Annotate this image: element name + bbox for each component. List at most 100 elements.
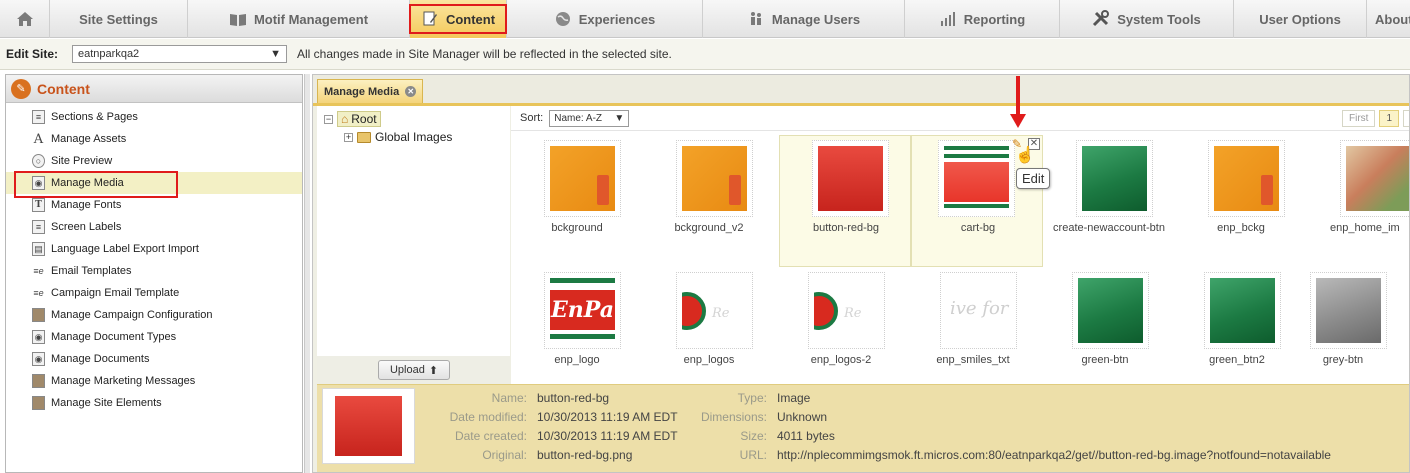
upload-arrow-icon: ⬆ xyxy=(428,364,439,377)
upload-area: Upload ⬆ xyxy=(317,356,510,384)
content-menu: ≡ Sections & Pages A Manage Assets ○ Site P… xyxy=(6,103,302,414)
email-icon: ≡e xyxy=(33,266,44,276)
thumbnail xyxy=(1208,140,1285,217)
nav-tab-motif-management[interactable]: Motif Management xyxy=(188,0,410,38)
users-icon xyxy=(747,11,765,27)
thumbnail xyxy=(1340,140,1409,217)
menu-item-screen-labels[interactable]: ≡ Screen Labels xyxy=(6,216,302,238)
pager-current-page[interactable]: 1 xyxy=(1379,110,1399,127)
nav-tab-content[interactable]: Content xyxy=(408,0,508,38)
thumbnail: ive for xyxy=(940,272,1017,349)
media-tile[interactable]: enp_bckg xyxy=(1175,135,1307,267)
cabinet-icon xyxy=(32,374,45,388)
annotation-arrow-shaft xyxy=(1016,76,1020,116)
tree-root[interactable]: − ⌂ Root xyxy=(317,110,510,128)
collapse-icon[interactable]: − xyxy=(324,114,333,124)
thumbnail xyxy=(544,140,621,217)
media-tile[interactable]: EnPa enp_logo xyxy=(511,267,643,399)
menu-item-language-label-export-import[interactable]: ▤ Language Label Export Import xyxy=(6,238,302,260)
thumbnail: Re xyxy=(808,272,885,349)
media-tile[interactable]: Re enp_logos xyxy=(643,267,775,399)
thumbnail xyxy=(1076,140,1153,217)
dropdown-arrow-icon: ▼ xyxy=(270,48,282,60)
nav-tab-experiences[interactable]: Experiences xyxy=(507,0,703,38)
media-tile[interactable]: ive for enp_smiles_txt xyxy=(907,267,1039,399)
thumbnail: Re xyxy=(676,272,753,349)
nav-tab-manage-users[interactable]: Manage Users xyxy=(703,0,905,38)
content-sidebar: ✎ Content ≡ Sections & Pages A Manage Asse… xyxy=(5,74,303,473)
page-icon: ≡ xyxy=(32,220,45,234)
tools-icon xyxy=(1092,10,1110,27)
bar-chart-icon xyxy=(939,11,957,27)
detail-dimensions: Dimensions: Unknown xyxy=(700,410,828,424)
media-tile[interactable]: bckground xyxy=(511,135,643,267)
nav-tab-home[interactable] xyxy=(0,0,50,38)
site-message: All changes made in Site Manager will be… xyxy=(297,47,672,61)
menu-item-manage-marketing-messages[interactable]: Manage Marketing Messages xyxy=(6,370,302,392)
media-tile[interactable]: create-newaccount-btn xyxy=(1043,135,1175,267)
menu-item-site-preview[interactable]: ○ Site Preview xyxy=(6,150,302,172)
export-icon: ▤ xyxy=(32,242,45,256)
media-tile-hover[interactable]: cart-bg ✎ ✕ ☝ xyxy=(911,135,1043,267)
media-grid-area: Sort: Name: A-Z ▼ First 1 bckground bckg… xyxy=(511,106,1409,384)
menu-item-manage-documents[interactable]: ◉ Manage Documents xyxy=(6,348,302,370)
media-icon: ◉ xyxy=(32,176,45,190)
tab-manage-media[interactable]: Manage Media ✕ xyxy=(317,79,424,103)
annotation-arrow-head xyxy=(1010,114,1026,128)
media-tile[interactable]: Re enp_logos-2 xyxy=(775,267,907,399)
menu-item-email-templates[interactable]: ≡e Email Templates xyxy=(6,260,302,282)
menu-item-manage-document-types[interactable]: ◉ Manage Document Types xyxy=(6,326,302,348)
page-icon: ≡ xyxy=(32,110,45,124)
tree-node-global-images[interactable]: + Global Images xyxy=(317,128,510,146)
menu-item-manage-media[interactable]: ◉ Manage Media xyxy=(6,171,302,198)
pager-next-button[interactable] xyxy=(1403,110,1409,127)
assets-icon: A xyxy=(33,131,44,147)
nav-tab-site-settings[interactable]: Site Settings xyxy=(50,0,188,38)
close-tab-icon[interactable]: ✕ xyxy=(405,86,417,97)
media-details-panel: Name: button-red-bg Date modified: 10/30/2… xyxy=(317,384,1409,472)
folder-icon xyxy=(357,131,371,143)
menu-item-manage-fonts[interactable]: T Manage Fonts xyxy=(6,194,302,216)
edit-tooltip: Edit xyxy=(1016,168,1051,189)
detail-url: URL: http://nplecommimgsmok.ft.micros.com… xyxy=(739,448,1331,462)
detail-date-created: Date created: 10/30/2013 11:19 AM EDT xyxy=(454,429,678,443)
detail-url-link[interactable]: http://nplecommimgsmok.ft.micros.com:80/… xyxy=(777,448,1331,462)
media-tile[interactable]: grey-btn xyxy=(1277,267,1409,399)
media-tile-selected[interactable]: button-red-bg xyxy=(779,135,911,267)
sort-select[interactable]: Name: A-Z ▼ xyxy=(549,109,630,127)
menu-item-manage-campaign-configuration[interactable]: Manage Campaign Configuration xyxy=(6,304,302,326)
media-tile[interactable]: green-btn xyxy=(1039,267,1171,399)
media-tile[interactable]: enp_home_im xyxy=(1307,135,1409,267)
menu-item-manage-assets[interactable]: A Manage Assets xyxy=(6,128,302,150)
tree-root-label[interactable]: ⌂ Root xyxy=(337,111,381,127)
nav-tab-user-options[interactable]: User Options xyxy=(1234,0,1367,38)
nav-tab-about[interactable]: About xyxy=(1367,0,1410,38)
media-icon: ◉ xyxy=(32,330,45,344)
media-tabstrip: Manage Media ✕ xyxy=(313,75,1409,103)
thumbnail xyxy=(812,140,889,217)
sidebar-splitter[interactable] xyxy=(304,74,310,473)
expand-icon[interactable]: + xyxy=(344,132,353,142)
nav-tab-system-tools[interactable]: System Tools xyxy=(1060,0,1234,38)
magnifier-icon: ○ xyxy=(32,154,45,168)
media-tile[interactable]: bckground_v2 xyxy=(643,135,775,267)
detail-type: Type: Image xyxy=(737,391,811,405)
home-folder-icon: ⌂ xyxy=(341,112,349,126)
menu-item-sections-pages[interactable]: ≡ Sections & Pages xyxy=(6,106,302,128)
cabinet-icon xyxy=(32,396,45,410)
font-icon: T xyxy=(32,198,45,212)
menu-item-manage-site-elements[interactable]: Manage Site Elements xyxy=(6,392,302,414)
thumbnail xyxy=(676,140,753,217)
nav-tab-reporting[interactable]: Reporting xyxy=(905,0,1060,38)
site-select[interactable]: eatnparkqa2 ▼ xyxy=(72,45,288,63)
edit-site-label: Edit Site: xyxy=(6,47,59,61)
content-sidebar-title: Content xyxy=(37,80,90,97)
content-icon: ✎ xyxy=(11,78,31,99)
pager-first-button[interactable]: First xyxy=(1341,110,1376,127)
upload-button[interactable]: Upload ⬆ xyxy=(378,360,450,380)
edit-document-icon xyxy=(421,11,439,27)
menu-item-campaign-email-template[interactable]: ≡e Campaign Email Template xyxy=(6,282,302,304)
edit-site-bar: Edit Site: eatnparkqa2 ▼ All changes mad… xyxy=(0,39,1410,70)
dropdown-arrow-icon: ▼ xyxy=(614,112,625,124)
thumbnail: EnPa xyxy=(544,272,621,349)
